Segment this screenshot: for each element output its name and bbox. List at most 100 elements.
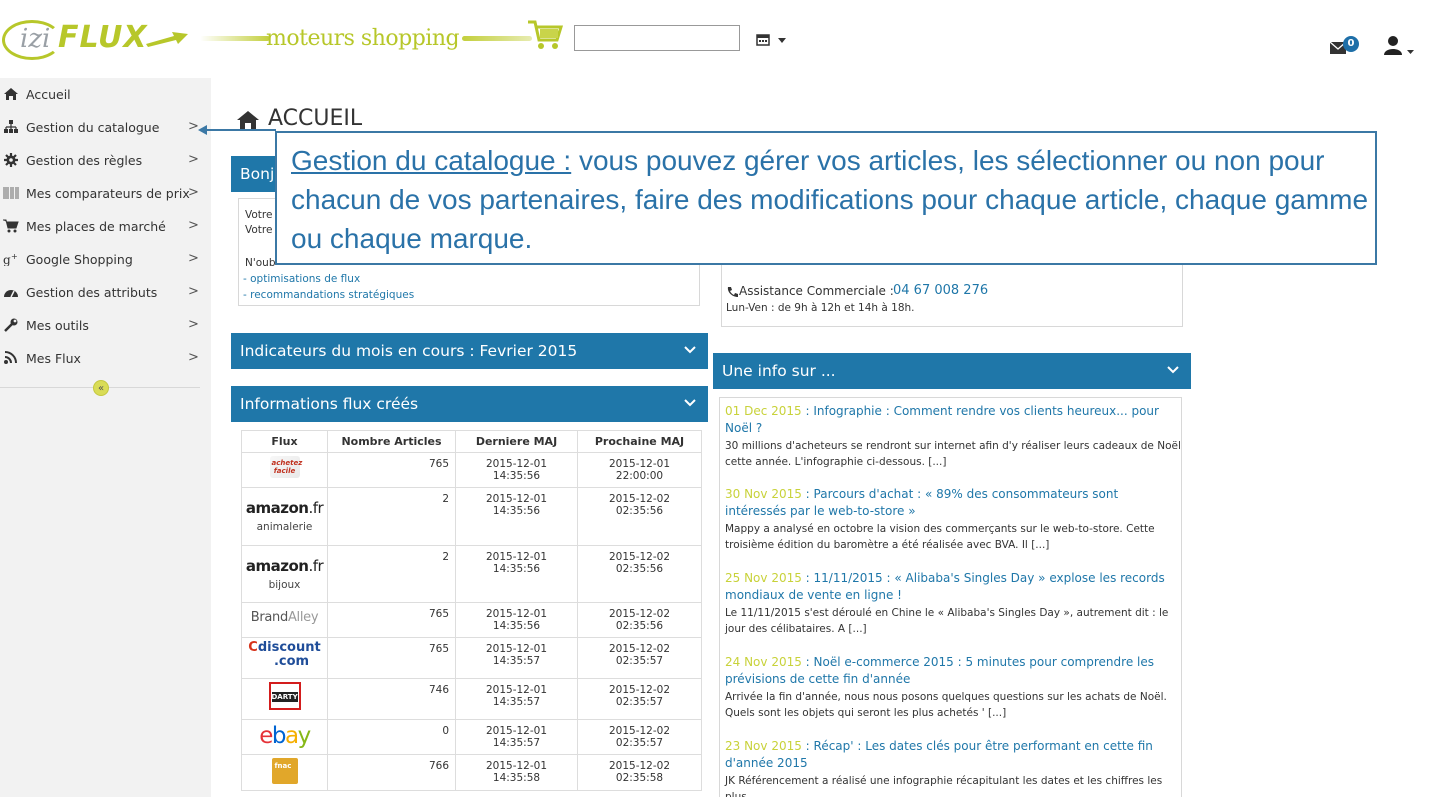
table-row[interactable]: fnac 766 2015-12-01 14:35:58 2015-12-02 … xyxy=(241,754,702,791)
gear-icon xyxy=(4,153,18,167)
column-header[interactable]: Flux xyxy=(241,430,328,453)
svg-text:+: + xyxy=(11,252,18,261)
chevron-right-icon: > xyxy=(188,251,199,266)
table-row[interactable]: DARTY 746 2015-12-01 14:35:57 2015-12-02… xyxy=(241,678,702,720)
sidebar: Accueil Gestion du catalogue > Gestion d… xyxy=(0,78,211,797)
banner-text: moteurs shopping xyxy=(266,26,460,51)
contact-label: Assistance Commerciale : xyxy=(739,284,894,298)
chevron-right-icon: > xyxy=(188,152,199,167)
date-input[interactable] xyxy=(574,25,740,51)
news-item[interactable]: 25 Nov 2015 : 11/11/2015 : « Alibaba's S… xyxy=(725,570,1181,637)
flux-sub-label: animalerie xyxy=(256,521,313,533)
darty-logo: DARTY xyxy=(268,682,301,710)
news-excerpt: Mappy a analysé en octobre la vision des… xyxy=(725,523,1155,551)
count-cell: 765 xyxy=(327,452,456,488)
shopping-cart-icon xyxy=(528,20,564,49)
sidebar-item-gestion-catalogue[interactable]: Gestion du catalogue > xyxy=(0,111,211,144)
app-root: izi FLUX moteurs shopping 0 Accueil Gest… xyxy=(0,0,1429,797)
chevron-down-icon xyxy=(684,399,696,407)
mail-count-badge: 0 xyxy=(1343,36,1359,52)
achetez-facile-logo: achetez facile xyxy=(269,456,302,478)
news-item[interactable]: 01 Dec 2015 : Infographie : Comment rend… xyxy=(725,403,1181,470)
news-headline[interactable]: 01 Dec 2015 : Infographie : Comment rend… xyxy=(725,403,1181,437)
count-cell: 0 xyxy=(327,719,456,755)
user-menu-button[interactable] xyxy=(1383,33,1417,57)
sidebar-collapse-button[interactable]: « xyxy=(93,380,109,396)
calendar-icon xyxy=(756,34,770,46)
flux-panel-header[interactable]: Informations flux créés xyxy=(231,386,708,422)
barcode-icon xyxy=(3,187,19,199)
sidebar-item-comparateurs[interactable]: Mes comparateurs de prix > xyxy=(0,177,211,210)
flux-table: Flux Nombre Articles Derniere MAJ Procha… xyxy=(241,430,702,791)
table-row[interactable]: achetez facile 765 2015-12-01 14:35:56 2… xyxy=(241,452,702,488)
column-header[interactable]: Derniere MAJ xyxy=(455,430,578,453)
news-panel-header[interactable]: Une info sur ... xyxy=(713,353,1191,389)
flux-logo-cell: achetez facile xyxy=(241,452,328,488)
chevron-down-icon xyxy=(1167,366,1179,374)
table-row[interactable]: BrandAlley 765 2015-12-01 14:35:56 2015-… xyxy=(241,602,702,638)
svg-text:g: g xyxy=(3,253,11,266)
last-update-cell: 2015-12-01 14:35:56 xyxy=(455,602,578,638)
flux-logo-cell: fnac xyxy=(241,754,328,791)
sidebar-item-gestion-attributs[interactable]: Gestion des attributs > xyxy=(0,276,211,309)
last-update-cell: 2015-12-01 14:35:58 xyxy=(455,754,578,791)
contact-phone[interactable]: 04 67 008 276 xyxy=(893,283,988,298)
welcome-reminder: N'oub xyxy=(245,257,276,269)
caret-down-icon xyxy=(1407,50,1414,54)
indicators-panel-header[interactable]: Indicateurs du mois en cours : Fevrier 2… xyxy=(231,333,708,369)
table-row[interactable]: ebay 0 2015-12-01 14:35:57 2015-12-02 02… xyxy=(241,719,702,755)
optimisations-link[interactable]: - optimisations de flux xyxy=(243,273,360,285)
news-excerpt: Arrivée la fin d'année, nous nous posons… xyxy=(725,691,1167,719)
news-headline[interactable]: 25 Nov 2015 : 11/11/2015 : « Alibaba's S… xyxy=(725,570,1181,604)
calendar-dropdown-button[interactable] xyxy=(756,31,790,49)
sidebar-item-mes-flux[interactable]: Mes Flux > xyxy=(0,342,211,375)
news-item[interactable]: 23 Nov 2015 : Récap' : Les dates clés po… xyxy=(725,738,1181,797)
news-headline[interactable]: 24 Nov 2015 : Noël e-commerce 2015 : 5 m… xyxy=(725,654,1181,688)
count-cell: 2 xyxy=(327,487,456,546)
last-update-cell: 2015-12-01 14:35:56 xyxy=(455,545,578,603)
next-update-cell: 2015-12-02 02:35:56 xyxy=(577,602,702,638)
indicators-panel-title: Indicateurs du mois en cours : Fevrier 2… xyxy=(240,342,578,360)
count-cell: 766 xyxy=(327,754,456,791)
table-row[interactable]: Cdiscount .com 765 2015-12-01 14:35:57 20… xyxy=(241,637,702,679)
count-cell: 2 xyxy=(327,545,456,603)
sidebar-item-label: Google Shopping xyxy=(26,252,133,267)
sidebar-item-label: Gestion des attributs xyxy=(26,285,158,300)
welcome-line: Votre xyxy=(245,224,273,236)
last-update-cell: 2015-12-01 14:35:56 xyxy=(455,452,578,488)
sidebar-item-google-shopping[interactable]: g + Google Shopping > xyxy=(0,243,211,276)
chevron-right-icon: > xyxy=(188,218,199,233)
news-headline[interactable]: 30 Nov 2015 : Parcours d'achat : « 89% d… xyxy=(725,486,1181,520)
sidebar-item-label: Mes places de marché xyxy=(26,219,166,234)
sidebar-item-label: Gestion du catalogue xyxy=(26,120,160,135)
last-update-cell: 2015-12-01 14:35:56 xyxy=(455,487,578,546)
top-header: izi FLUX moteurs shopping 0 xyxy=(0,0,1429,78)
sidebar-item-gestion-regles[interactable]: Gestion des règles > xyxy=(0,144,211,177)
news-panel-title: Une info sur ... xyxy=(722,362,836,380)
sidebar-item-accueil[interactable]: Accueil xyxy=(0,78,211,111)
sidebar-item-mes-outils[interactable]: Mes outils > xyxy=(0,309,211,342)
ebay-logo: ebay xyxy=(259,723,311,749)
table-row[interactable]: amazon.fr animalerie 2 2015-12-01 14:35:… xyxy=(241,487,702,546)
callout-annotation: Gestion du catalogue : vous pouvez gérer… xyxy=(275,131,1377,265)
table-header-row: Flux Nombre Articles Derniere MAJ Procha… xyxy=(241,430,702,453)
news-item[interactable]: 24 Nov 2015 : Noël e-commerce 2015 : 5 m… xyxy=(725,654,1181,721)
welcome-line: Votre xyxy=(245,209,273,221)
brandalley-logo: BrandAlley xyxy=(250,610,319,625)
recommandations-link[interactable]: - recommandations stratégiques xyxy=(243,289,414,301)
sidebar-item-places-marche[interactable]: Mes places de marché > xyxy=(0,210,211,243)
flux-logo-cell: BrandAlley xyxy=(241,602,328,638)
welcome-panel-title: Bonj xyxy=(240,165,275,183)
chevron-right-icon: > xyxy=(188,185,199,200)
table-row[interactable]: amazon.fr bijoux 2 2015-12-01 14:35:56 2… xyxy=(241,545,702,603)
flux-panel-title: Informations flux créés xyxy=(240,395,419,413)
column-header[interactable]: Nombre Articles xyxy=(327,430,456,453)
count-cell: 765 xyxy=(327,637,456,679)
logo-arrow-icon xyxy=(146,32,188,47)
column-header[interactable]: Prochaine MAJ xyxy=(577,430,702,453)
banner-streak-right xyxy=(462,36,532,41)
news-headline[interactable]: 23 Nov 2015 : Récap' : Les dates clés po… xyxy=(725,738,1181,772)
sidebar-item-label: Accueil xyxy=(26,87,71,102)
iziflux-logo[interactable]: izi FLUX xyxy=(2,12,192,62)
news-item[interactable]: 30 Nov 2015 : Parcours d'achat : « 89% d… xyxy=(725,486,1181,553)
